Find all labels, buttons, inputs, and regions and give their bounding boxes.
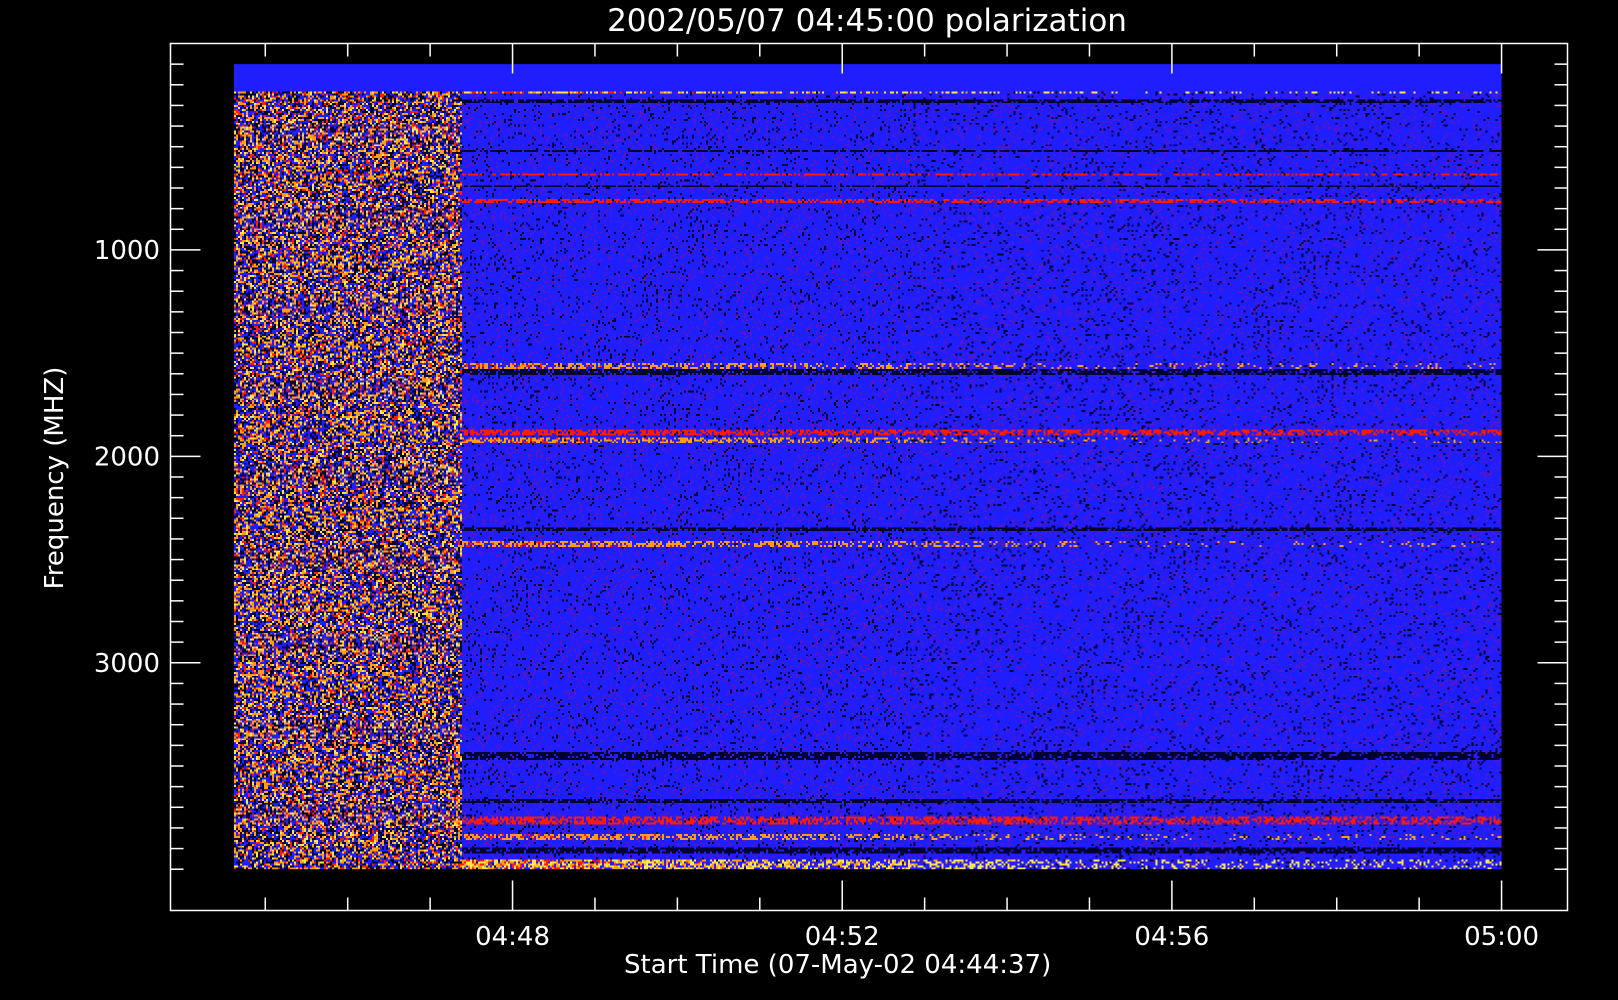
x-tick-label: 05:00 xyxy=(1464,922,1539,952)
x-axis-label: Start Time (07-May-02 04:44:37) xyxy=(624,950,1051,980)
x-tick-label: 04:48 xyxy=(475,922,550,952)
heatmap-image xyxy=(233,64,1502,870)
y-tick-label: 2000 xyxy=(94,442,160,472)
spectrogram-chart: 2002/05/07 04:45:00 polarization 04:48 04… xyxy=(0,0,1618,1000)
chart-title: 2002/05/07 04:45:00 polarization xyxy=(607,3,1127,39)
x-tick-label: 04:56 xyxy=(1134,922,1209,952)
y-axis-label: Frequency (MHZ) xyxy=(40,367,70,590)
y-tick-label: 3000 xyxy=(94,649,160,679)
y-tick-label: 1000 xyxy=(94,236,160,266)
plot-area xyxy=(233,64,1502,870)
x-tick-label: 04:52 xyxy=(805,922,880,952)
